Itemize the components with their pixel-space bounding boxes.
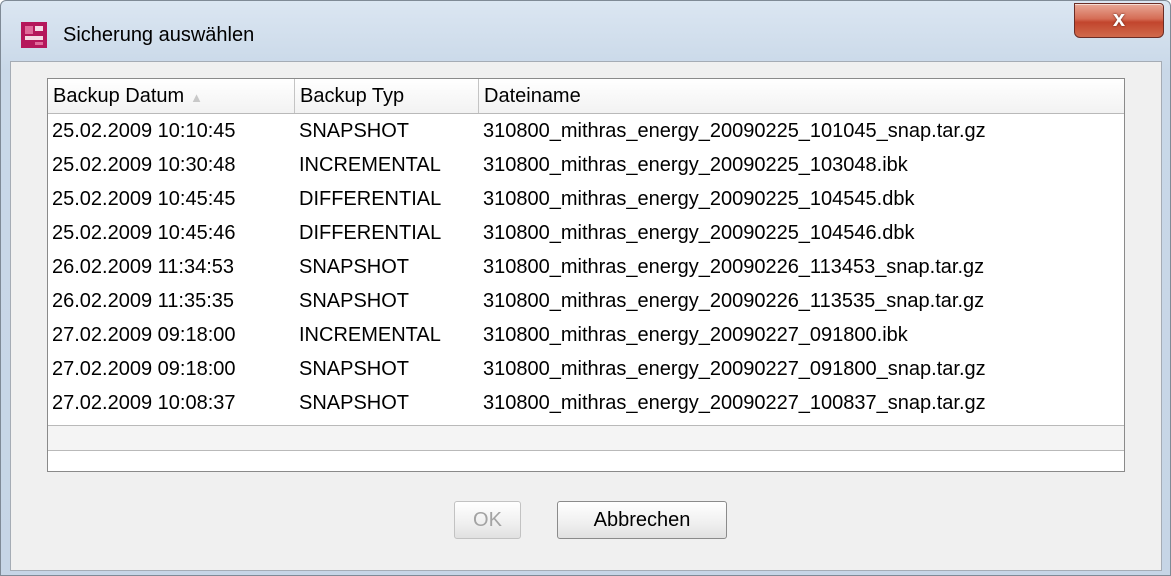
ok-button[interactable]: OK <box>454 501 521 539</box>
filename-cell: 310800_mithras_energy_20090225_103048.ib… <box>483 154 908 176</box>
title-bar[interactable]: Sicherung auswählen x <box>1 1 1170 61</box>
table-row[interactable]: 26.02.2009 11:34:53 SNAPSHOT 310800_mithra… <box>48 250 1124 284</box>
filename-cell: 310800_mithras_energy_20090227_091800.ib… <box>483 324 908 346</box>
table-row[interactable]: 26.02.2009 11:35:35 SNAPSHOT 310800_mithra… <box>48 284 1124 318</box>
table-header: Backup Datum ▲ Backup Typ Dateiname <box>48 79 1124 114</box>
backup-type-cell: SNAPSHOT <box>299 256 410 278</box>
backup-date-cell: 27.02.2009 10:08:37 <box>52 392 236 414</box>
table-row[interactable]: 25.02.2009 10:45:46 DIFFERENTIAL 310800_mi… <box>48 216 1124 250</box>
filename-cell: 310800_mithras_energy_20090227_091800_sn… <box>483 358 986 380</box>
backup-date-cell: 27.02.2009 09:18:00 <box>52 324 236 346</box>
backup-date-cell: 25.02.2009 10:45:46 <box>52 222 236 244</box>
table-row[interactable]: 27.02.2009 09:18:00 INCREMENTAL 310800_mit… <box>48 318 1124 352</box>
close-button[interactable]: x <box>1074 3 1164 38</box>
column-header-dateiname[interactable]: Dateiname <box>479 79 1124 113</box>
table-row[interactable]: 25.02.2009 10:10:45 SNAPSHOT 310800_mithra… <box>48 114 1124 148</box>
window-title: Sicherung auswählen <box>63 24 255 46</box>
backup-type-cell: DIFFERENTIAL <box>299 188 442 210</box>
backup-date-cell: 25.02.2009 10:45:45 <box>52 188 236 210</box>
backup-type-cell: SNAPSHOT <box>299 392 410 414</box>
backup-type-cell: SNAPSHOT <box>299 358 410 380</box>
filename-cell: 310800_mithras_energy_20090226_113535_sn… <box>483 290 985 312</box>
filename-cell: 310800_mithras_energy_20090225_104545.db… <box>483 188 915 210</box>
filename-cell: 310800_mithras_energy_20090225_104546.db… <box>483 222 915 244</box>
backup-date-cell: 27.02.2009 09:18:00 <box>52 358 236 380</box>
backup-table[interactable]: Backup Datum ▲ Backup Typ Dateiname 25.02… <box>47 78 1125 472</box>
table-row[interactable]: 25.02.2009 10:45:45 DIFFERENTIAL 310800_mi… <box>48 182 1124 216</box>
column-header-backup-datum[interactable]: Backup Datum ▲ <box>48 79 295 113</box>
column-header-label: Backup Datum <box>53 85 185 107</box>
table-row[interactable]: 27.02.2009 10:08:37 SNAPSHOT 310800_mithra… <box>48 386 1124 420</box>
backup-date-cell: 26.02.2009 11:35:35 <box>52 290 235 312</box>
cancel-button[interactable]: Abbrechen <box>557 501 727 539</box>
backup-date-cell: 25.02.2009 10:10:45 <box>52 120 236 142</box>
backup-type-cell: INCREMENTAL <box>299 154 441 176</box>
table-row[interactable]: 25.02.2009 10:30:48 INCREMENTAL 310800_mit… <box>48 148 1124 182</box>
backup-type-cell: INCREMENTAL <box>299 324 441 346</box>
table-row[interactable]: 27.02.2009 09:18:00 SNAPSHOT 310800_mithra… <box>48 352 1124 386</box>
backup-type-cell: DIFFERENTIAL <box>299 222 442 244</box>
filename-cell: 310800_mithras_energy_20090225_101045_sn… <box>483 120 986 142</box>
filename-cell: 310800_mithras_energy_20090226_113453_sn… <box>483 256 985 278</box>
backup-date-cell: 26.02.2009 11:34:53 <box>52 256 235 278</box>
backup-type-cell: SNAPSHOT <box>299 290 410 312</box>
horizontal-scrollbar[interactable] <box>48 425 1124 451</box>
close-icon: x <box>1112 6 1126 31</box>
filename-cell: 310800_mithras_energy_20090227_100837_sn… <box>483 392 986 414</box>
backup-type-cell: SNAPSHOT <box>299 120 410 142</box>
backup-date-cell: 25.02.2009 10:30:48 <box>52 154 236 176</box>
sort-ascending-icon: ▲ <box>190 90 204 105</box>
column-header-backup-typ[interactable]: Backup Typ <box>295 79 479 113</box>
dialog-content: Backup Datum ▲ Backup Typ Dateiname 25.02… <box>10 61 1162 571</box>
app-icon <box>21 22 47 48</box>
dialog-window: Sicherung auswählen x Backup Datum ▲ Back… <box>0 0 1171 576</box>
